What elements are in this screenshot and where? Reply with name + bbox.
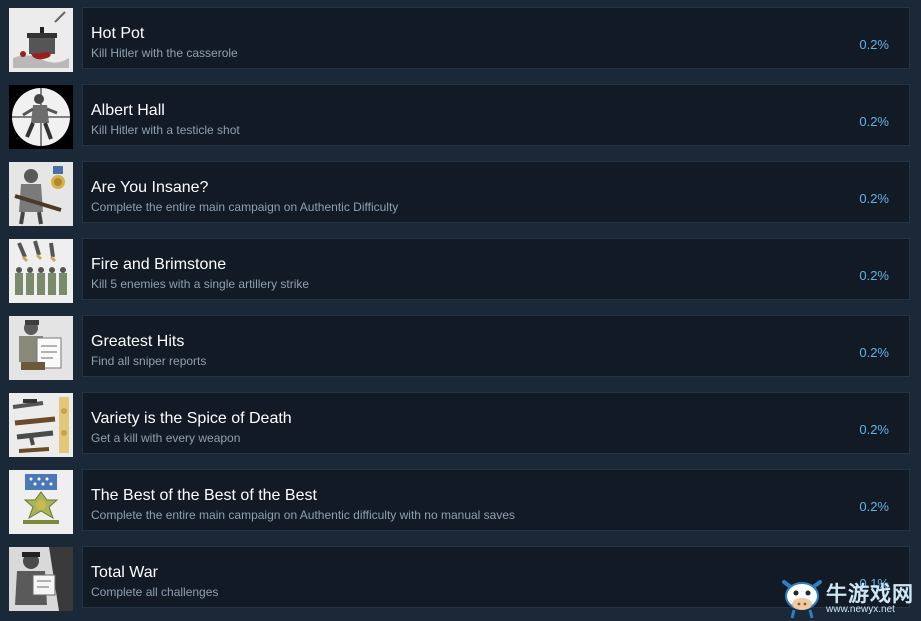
unlock-percentage: 0.2%: [859, 114, 889, 129]
achievement-title: Total War: [91, 564, 158, 581]
cow-mascot-icon: [782, 580, 822, 619]
unlock-percentage: 0.2%: [859, 37, 889, 52]
site-watermark: 牛游戏网 www.newyx.net: [780, 572, 921, 621]
artillery-icon: [9, 239, 73, 303]
achievement-panel: Are You Insane? Complete the entire main…: [82, 161, 910, 223]
medal-of-honor-icon: [9, 470, 73, 534]
sniper-report-icon: [9, 316, 73, 380]
achievement-title: Hot Pot: [91, 25, 145, 42]
achievement-description: Complete the entire main campaign on Aut…: [91, 200, 399, 214]
unlock-percentage: 0.2%: [859, 191, 889, 206]
achievement-panel: The Best of the Best of the Best Complet…: [82, 469, 910, 531]
achievement-description: Complete all challenges: [91, 585, 219, 599]
unlock-percentage: 0.2%: [859, 499, 889, 514]
achievement-row[interactable]: The Best of the Best of the Best Complet…: [0, 469, 921, 539]
achievement-row[interactable]: Greatest Hits Find all sniper reports 0.…: [0, 315, 921, 385]
casserole-icon: [9, 8, 73, 72]
achievement-row[interactable]: Variety is the Spice of Death Get a kill…: [0, 392, 921, 462]
achievement-description: Complete the entire main campaign on Aut…: [91, 508, 516, 522]
achievement-row[interactable]: Albert Hall Kill Hitler with a testicle …: [0, 84, 921, 154]
scope-target-icon: [9, 85, 73, 149]
unlock-percentage: 0.2%: [859, 422, 889, 437]
achievement-description: Kill Hitler with the casserole: [91, 46, 238, 60]
achievement-title: Variety is the Spice of Death: [91, 410, 292, 427]
achievement-title: Albert Hall: [91, 102, 165, 119]
achievement-panel: Hot Pot Kill Hitler with the casserole 0…: [82, 7, 910, 69]
achievement-row[interactable]: Hot Pot Kill Hitler with the casserole 0…: [0, 7, 921, 77]
achievement-row[interactable]: Are You Insane? Complete the entire main…: [0, 161, 921, 231]
achievement-description: Kill Hitler with a testicle shot: [91, 123, 240, 137]
achievement-title: Greatest Hits: [91, 333, 185, 350]
achievement-description: Find all sniper reports: [91, 354, 207, 368]
achievement-title: The Best of the Best of the Best: [91, 487, 317, 504]
achievement-title: Fire and Brimstone: [91, 256, 227, 273]
achievement-description: Kill 5 enemies with a single artillery s…: [91, 277, 310, 291]
achievement-panel: Variety is the Spice of Death Get a kill…: [82, 392, 910, 454]
achievement-description: Get a kill with every weapon: [91, 431, 241, 445]
weapons-icon: [9, 393, 73, 457]
officer-map-icon: [9, 547, 73, 611]
achievement-panel: Albert Hall Kill Hitler with a testicle …: [82, 84, 910, 146]
achievement-row[interactable]: Fire and Brimstone Kill 5 enemies with a…: [0, 238, 921, 308]
achievement-title: Are You Insane?: [91, 179, 209, 196]
unlock-percentage: 0.2%: [859, 268, 889, 283]
achievement-panel: Greatest Hits Find all sniper reports 0.…: [82, 315, 910, 377]
unlock-percentage: 0.2%: [859, 345, 889, 360]
soldier-medal-icon: [9, 162, 73, 226]
watermark-url: www.newyx.net: [826, 604, 895, 615]
achievement-list: Hot Pot Kill Hitler with the casserole 0…: [0, 0, 921, 621]
achievement-panel: Fire and Brimstone Kill 5 enemies with a…: [82, 238, 910, 300]
